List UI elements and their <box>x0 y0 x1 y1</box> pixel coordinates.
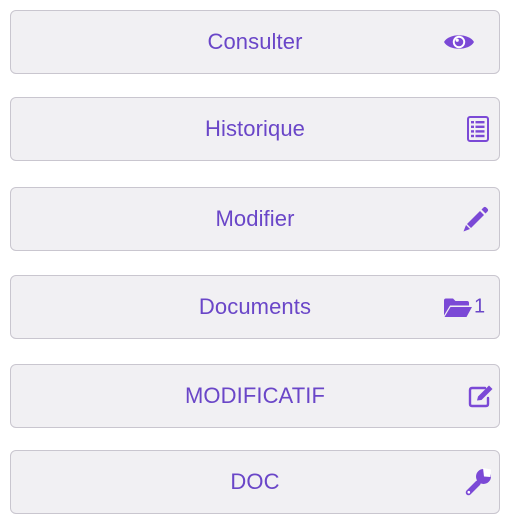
documents-button[interactable]: Documents 1 <box>10 275 500 339</box>
modificatif-label: MODIFICATIF <box>184 383 325 408</box>
documents-count-badge: 1 <box>474 295 486 318</box>
doc-button[interactable]: DOC <box>10 450 500 514</box>
edit-square-icon <box>468 384 496 408</box>
documents-label: Documents <box>198 294 312 319</box>
historique-button[interactable]: Historique <box>10 97 500 161</box>
modifier-button[interactable]: Modifier <box>10 187 500 251</box>
pencil-icon <box>462 205 490 233</box>
modifier-label: Modifier <box>215 206 295 231</box>
modificatif-button[interactable]: MODIFICATIF <box>10 364 500 428</box>
doc-label: DOC <box>230 469 280 494</box>
consulter-button[interactable]: Consulter <box>10 10 500 74</box>
folder-open-icon: 1 <box>443 296 485 319</box>
list-icon <box>467 116 489 142</box>
wrench-icon <box>464 467 492 497</box>
historique-label: Historique <box>204 116 306 141</box>
eye-icon <box>443 31 475 53</box>
consulter-label: Consulter <box>207 29 303 54</box>
